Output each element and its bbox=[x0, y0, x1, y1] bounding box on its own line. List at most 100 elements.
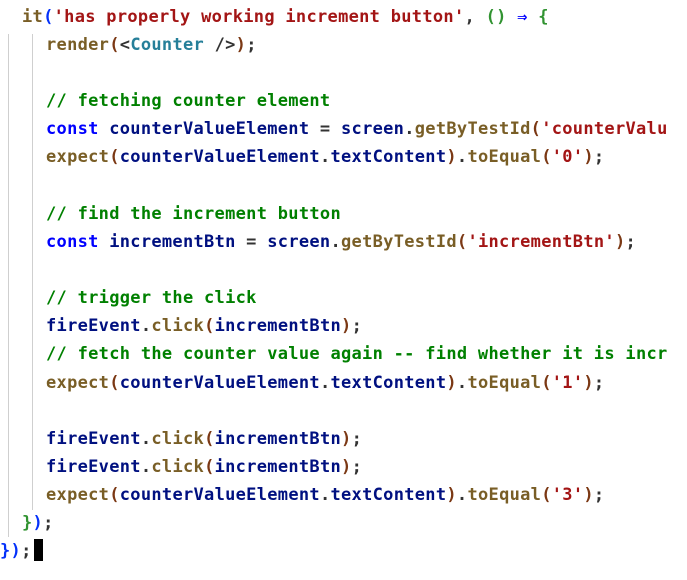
code-token: textContent bbox=[330, 147, 447, 167]
code-token: // trigger the click bbox=[46, 288, 257, 308]
code-token: { bbox=[538, 7, 549, 27]
code-token: 'counterValu bbox=[541, 119, 668, 139]
code-line: const counterValueElement = screen.getBy… bbox=[46, 115, 668, 143]
code-token: ; bbox=[351, 316, 363, 336]
code-editor[interactable]: it('has properly working increment butto… bbox=[0, 0, 687, 580]
code-token: ) bbox=[341, 429, 352, 449]
code-token: click bbox=[151, 429, 205, 449]
code-token: ) bbox=[583, 373, 594, 393]
code-token: getByTestId bbox=[414, 119, 531, 139]
code-token: ( bbox=[109, 373, 120, 393]
code-line: expect(counterValueElement.textContent).… bbox=[46, 481, 604, 509]
code-line: }); bbox=[0, 537, 43, 565]
code-token: click bbox=[151, 316, 205, 336]
code-token: ⇒ bbox=[506, 7, 539, 27]
code-token: expect bbox=[46, 147, 110, 167]
code-token: incrementBtn bbox=[214, 457, 342, 477]
code-token: , bbox=[464, 7, 486, 27]
code-token: // find the increment button bbox=[46, 204, 341, 224]
code-token: const bbox=[46, 232, 110, 252]
code-token: ) bbox=[235, 35, 247, 55]
code-token: ; bbox=[246, 35, 257, 55]
code-token: . bbox=[140, 429, 152, 449]
code-token: click bbox=[151, 457, 205, 477]
code-token: fireEvent bbox=[46, 316, 141, 336]
code-token: ; bbox=[625, 232, 637, 252]
code-token: ) bbox=[583, 485, 594, 505]
code-token: incrementBtn bbox=[214, 429, 342, 449]
code-token: . bbox=[140, 457, 152, 477]
code-token: ( bbox=[109, 147, 120, 167]
code-line: // find the increment button bbox=[46, 200, 341, 228]
code-token: toEqual bbox=[467, 485, 542, 505]
code-token: 'incrementBtn' bbox=[467, 232, 615, 252]
code-token: ) bbox=[446, 147, 457, 167]
code-token: getByTestId bbox=[341, 232, 457, 252]
code-line: fireEvent.click(incrementBtn); bbox=[46, 312, 362, 340]
code-line: }); bbox=[22, 509, 54, 537]
code-token: expect bbox=[46, 373, 110, 393]
code-token: '3' bbox=[551, 485, 584, 505]
code-line: fireEvent.click(incrementBtn); bbox=[46, 425, 362, 453]
code-token: }) bbox=[0, 541, 22, 561]
code-token: /> bbox=[204, 35, 236, 55]
code-token: toEqual bbox=[467, 147, 542, 167]
code-token: ; bbox=[21, 541, 32, 561]
code-token: toEqual bbox=[467, 373, 542, 393]
code-token: ( bbox=[541, 373, 552, 393]
code-token: ( bbox=[109, 35, 120, 55]
code-token: ; bbox=[43, 513, 54, 533]
code-token: = bbox=[235, 232, 268, 252]
code-token: Counter bbox=[130, 35, 205, 55]
code-token: ( bbox=[204, 316, 215, 336]
code-token: ) bbox=[446, 485, 457, 505]
code-token: ; bbox=[593, 373, 605, 393]
code-token: ; bbox=[351, 457, 363, 477]
code-token: ) bbox=[614, 232, 626, 252]
code-token: ( bbox=[204, 429, 215, 449]
code-line: const incrementBtn = screen.getByTestId(… bbox=[46, 228, 636, 256]
code-token: ; bbox=[593, 147, 605, 167]
code-token: ; bbox=[593, 485, 605, 505]
code-token: ( bbox=[109, 485, 120, 505]
code-token: ) bbox=[341, 316, 352, 336]
code-token: ( bbox=[204, 457, 215, 477]
code-token: expect bbox=[46, 485, 110, 505]
code-line: expect(counterValueElement.textContent).… bbox=[46, 143, 604, 171]
code-token: ( bbox=[530, 119, 542, 139]
code-token: . bbox=[404, 119, 415, 139]
code-token: it bbox=[22, 7, 44, 27]
code-token: ( bbox=[541, 485, 552, 505]
code-token: '1' bbox=[551, 373, 584, 393]
code-token: fireEvent bbox=[46, 429, 141, 449]
code-token: = bbox=[309, 119, 341, 139]
code-token: // fetching counter element bbox=[46, 91, 331, 111]
code-token: ( bbox=[456, 232, 468, 252]
text-cursor bbox=[33, 539, 43, 561]
code-token: render bbox=[46, 35, 110, 55]
code-token: screen bbox=[267, 232, 331, 252]
code-token: ; bbox=[351, 429, 363, 449]
code-token: . bbox=[140, 316, 152, 336]
code-token: . bbox=[319, 485, 331, 505]
code-line: fireEvent.click(incrementBtn); bbox=[46, 453, 362, 481]
code-token: textContent bbox=[330, 373, 447, 393]
code-token: counterValueElement bbox=[119, 373, 320, 393]
code-token: '0' bbox=[551, 147, 584, 167]
code-token: textContent bbox=[330, 485, 447, 505]
code-line: render(<Counter />); bbox=[46, 31, 257, 59]
code-line: expect(counterValueElement.textContent).… bbox=[46, 369, 604, 397]
code-token: // fetch the counter value again -- find… bbox=[46, 344, 668, 364]
indent-guide-outer bbox=[8, 34, 9, 537]
code-token: < bbox=[119, 35, 131, 55]
code-token: () bbox=[485, 7, 507, 27]
code-token: counterValueElement bbox=[119, 147, 320, 167]
code-token: ) bbox=[446, 373, 457, 393]
code-token: ( bbox=[43, 7, 54, 27]
code-token: 'has properly working increment button' bbox=[53, 7, 465, 27]
code-token: . bbox=[456, 373, 468, 393]
code-token: . bbox=[456, 147, 468, 167]
code-token: ( bbox=[541, 147, 552, 167]
code-line: // fetching counter element bbox=[46, 87, 330, 115]
code-token: incrementBtn bbox=[109, 232, 236, 252]
